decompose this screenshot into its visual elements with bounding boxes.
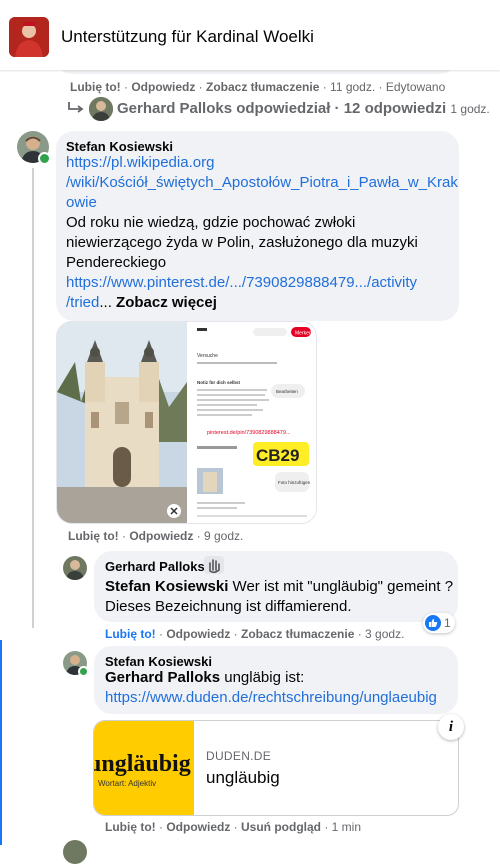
comment-author[interactable]: Stefan Kosiewski [105, 654, 212, 669]
link-preview-card[interactable]: ungläubig Wortart: Adjektiv DUDEN.DE ung… [93, 720, 459, 816]
comment-actions: Lubię to! · Odpowiedz · Usuń podgląd · 1… [105, 820, 362, 834]
group-title[interactable]: Unterstützung für Kardinal Woelki [61, 27, 314, 47]
like-button[interactable]: Lubię to! [68, 529, 119, 543]
commenter-avatar[interactable] [63, 556, 87, 580]
info-icon[interactable]: i [438, 714, 464, 740]
comment-text: Gerhard Palloks ungläbig ist: https://ww… [105, 668, 455, 708]
like-button-active[interactable]: Lubię to! [105, 627, 156, 641]
group-avatar[interactable] [9, 17, 49, 57]
comment-bubble: Stefan Kosiewski Gerhard Palloks ungläbi… [94, 646, 458, 714]
comment-text: Stefan Kosiewski Wer ist mit "ungläubig"… [105, 578, 454, 615]
thread-line [32, 168, 34, 628]
timestamp[interactable]: 3 godz. [365, 627, 404, 641]
reply-button[interactable]: Odpowiedz [166, 627, 230, 641]
comment-actions: Lubię to! · Odpowiedz · Zobacz tłumaczen… [105, 627, 405, 641]
preview-domain: DUDEN.DE [206, 749, 272, 763]
duden-link[interactable]: https://www.duden.de/rechtschreibung/ung… [105, 688, 455, 708]
timestamp[interactable]: 1 min [332, 820, 361, 834]
comment-author[interactable]: Stefan Kosiewski [66, 139, 173, 154]
translate-button[interactable]: Zobacz tłumaczenie [206, 80, 319, 94]
comment-bubble: Gerhard Palloks Stefan Kosiewski Wer ist… [94, 551, 458, 622]
preview-title: ungläubig [206, 768, 280, 787]
svg-text:Foto hinzufügen: Foto hinzufügen [278, 480, 311, 485]
thread-highlight-line [0, 640, 2, 845]
comment-actions: Lubię to! · Odpowiedz · 9 godz. [68, 529, 244, 543]
pinterest-link-end[interactable]: /tried [66, 294, 99, 311]
like-button[interactable]: Lubię to! [105, 820, 156, 834]
waving-hand-icon [204, 556, 224, 574]
svg-text:Notiz für dich selbst: Notiz für dich selbst [197, 380, 241, 385]
translate-button[interactable]: Zobacz tłumaczenie [241, 627, 354, 641]
attachment-image[interactable]: Merken Versuche Notiz für dich selbst Be… [56, 321, 317, 524]
comment-bubble: Stefan Kosiewski https://pl.wikipedia.or… [56, 131, 459, 321]
edited-label: Edytowano [385, 80, 446, 94]
reply-button[interactable]: Odpowiedz [166, 820, 230, 834]
online-status-icon [78, 666, 89, 677]
online-status-icon [38, 152, 51, 165]
replier-avatar[interactable] [89, 97, 113, 121]
timestamp[interactable]: 11 godz. [330, 80, 375, 94]
svg-text:Bearbeiten: Bearbeiten [276, 389, 298, 394]
svg-text:CB29: CB29 [256, 446, 299, 465]
preview-image: ungläubig Wortart: Adjektiv [94, 721, 194, 815]
top-actions: Lubię to! · Odpowiedz · Zobacz tłumaczen… [70, 80, 446, 94]
next-commenter-avatar[interactable] [63, 840, 87, 864]
svg-text:Versuche: Versuche [197, 353, 218, 359]
view-replies-link[interactable]: Gerhard Palloks odpowiedział · 12 odpowi… [117, 100, 490, 117]
mention-link[interactable]: Stefan Kosiewski [105, 578, 228, 595]
timestamp[interactable]: 9 godz. [204, 529, 243, 543]
reply-button[interactable]: Odpowiedz [131, 80, 195, 94]
wikipedia-link[interactable]: https://pl.wikipedia.org/wiki/Kościół_św… [66, 153, 458, 213]
group-header: Unterstützung für Kardinal Woelki [0, 0, 500, 70]
pinterest-link[interactable]: https://www.pinterest.de/.../73908298884… [66, 273, 458, 293]
reply-arrow-icon [66, 100, 86, 116]
image-edit-icon[interactable] [167, 504, 181, 518]
svg-text:pinterest.de/pin/7390829888479: pinterest.de/pin/7390829888479... [207, 430, 291, 436]
like-button[interactable]: Lubię to! [70, 80, 121, 94]
see-more-button[interactable]: Zobacz więcej [116, 294, 217, 311]
comment-author[interactable]: Gerhard Palloks [105, 559, 205, 574]
remove-preview-button[interactable]: Usuń podgląd [241, 820, 321, 834]
mention-link[interactable]: Gerhard Palloks [105, 669, 220, 686]
comment-text: https://pl.wikipedia.org/wiki/Kościół_św… [66, 153, 458, 311]
svg-text:Merken: Merken [295, 331, 312, 337]
reaction-count[interactable]: 1 [423, 613, 455, 633]
reply-button[interactable]: Odpowiedz [129, 529, 193, 543]
like-reaction-icon [425, 615, 441, 631]
